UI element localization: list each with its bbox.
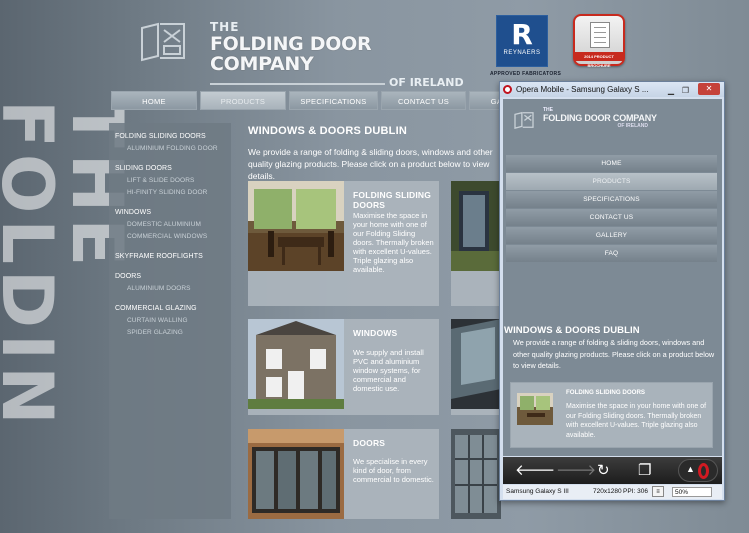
opera-status-bar: Samsung Galaxy S III 720x1280 PPI: 306 ≡…	[503, 485, 722, 499]
mobile-product-description: Maximise the space in your home with one…	[566, 403, 707, 439]
main-nav: HOME PRODUCTS SPECIFICATIONS CONTACT US …	[111, 91, 549, 110]
sidebar-hi-finity-sliding-door[interactable]: HI-FINITY SLIDING DOOR	[109, 189, 231, 196]
sidebar-commercial-windows[interactable]: COMMERCIAL WINDOWS	[109, 233, 231, 240]
mobile-page-title: WINDOWS & DOORS DUBLIN	[504, 325, 640, 336]
opera-mobile-window: Opera Mobile - Samsung Galaxy S ... ▁ ❐ …	[499, 81, 725, 501]
product-description: We specialise in every kind of door, fro…	[353, 457, 434, 484]
mobile-product-card[interactable]: FOLDING SLIDING DOORS Maximise the space…	[510, 382, 713, 448]
nav-contact-us[interactable]: CONTACT US	[381, 91, 466, 110]
folding-door-logo-icon	[141, 22, 185, 62]
maximize-icon[interactable]: ❐	[682, 83, 689, 98]
folding-doors-photo	[248, 181, 344, 271]
sidebar-doors[interactable]: DOORS	[109, 273, 231, 280]
brochure-label: 2014 PRODUCT BROCHURE	[575, 52, 623, 68]
product-title: DOORS	[353, 438, 386, 448]
doors-photo	[248, 429, 344, 519]
sidebar-aluminium-folding-door[interactable]: ALUMINIUM FOLDING DOOR	[109, 145, 231, 152]
nav-products[interactable]: PRODUCTS	[200, 91, 286, 110]
product-description: We supply and install PVC and aluminium …	[353, 348, 424, 393]
tabs-icon[interactable]: ❐	[638, 463, 651, 478]
nav-specifications[interactable]: SPECIFICATIONS	[289, 91, 378, 110]
mobile-logo-sub: OF IRELAND	[617, 123, 648, 129]
device-name: Samsung Galaxy S III	[506, 488, 569, 495]
mobile-nav-products[interactable]: PRODUCTS	[506, 173, 717, 190]
sidebar-windows[interactable]: WINDOWS	[109, 209, 231, 216]
product-description: Maximise the space in your home with one…	[353, 211, 434, 274]
product-photo-partial	[451, 181, 501, 271]
product-card-doors[interactable]: DOORS We specialise in every kind of doo…	[248, 429, 439, 519]
product-card-partial-2[interactable]	[451, 319, 501, 415]
mobile-nav-contact-us[interactable]: CONTACT US	[506, 209, 717, 226]
resolution: 720x1280	[593, 488, 622, 495]
opera-menu-button[interactable]: ▲	[678, 459, 718, 482]
zoom-select[interactable]: 50%	[672, 487, 712, 497]
sidebar-spider-glazing[interactable]: SPIDER GLAZING	[109, 329, 231, 336]
sidebar-aluminium-doors[interactable]: ALUMINIUM DOORS	[109, 285, 231, 292]
reload-icon[interactable]: ↻	[597, 463, 610, 478]
ppi: PPI: 306	[623, 488, 648, 495]
mobile-nav-specifications[interactable]: SPECIFICATIONS	[506, 191, 717, 208]
sidebar-curtain-walling[interactable]: CURTAIN WALLING	[109, 317, 231, 324]
opera-toolbar: 🡐 🡒 ↻ ❐ ▲	[503, 457, 722, 484]
product-photo-partial	[451, 429, 501, 519]
product-card-folding-sliding-doors[interactable]: FOLDING SLIDING DOORS Maximise the space…	[248, 181, 439, 306]
close-button[interactable]: ✕	[698, 83, 720, 95]
mobile-page-intro: We provide a range of folding & sliding …	[513, 338, 715, 370]
reynaers-badge[interactable]: R REYNAERS	[496, 15, 548, 67]
page-intro: We provide a range of folding & sliding …	[248, 147, 493, 181]
mobile-nav-faq[interactable]: FAQ	[506, 245, 717, 262]
mobile-logo-main: FOLDING DOOR COMPANY	[543, 113, 657, 123]
product-sidebar: FOLDING SLIDING DOORS ALUMINIUM FOLDING …	[109, 123, 231, 519]
opera-o-icon	[698, 463, 709, 479]
mobile-product-photo	[517, 393, 553, 425]
logo-subtitle: OF IRELAND	[389, 76, 464, 90]
product-photo-partial	[451, 319, 501, 409]
document-icon	[590, 22, 610, 48]
product-card-partial-1[interactable]	[451, 181, 501, 306]
windows-photo	[248, 319, 344, 409]
sidebar-folding-sliding-doors[interactable]: FOLDING SLIDING DOORS	[109, 133, 231, 140]
reynaers-letter: R	[511, 18, 533, 51]
sidebar-skyframe-rooflights[interactable]: SKYFRAME ROOFLIGHTS	[109, 253, 231, 260]
mobile-viewport[interactable]: THE FOLDING DOOR COMPANY OF IRELAND HOME…	[503, 99, 722, 456]
sidebar-lift-slide-doors[interactable]: LIFT & SLIDE DOORS	[109, 177, 231, 184]
caret-up-icon: ▲	[686, 464, 695, 474]
logo-the: THE	[210, 20, 240, 34]
sidebar-sliding-doors[interactable]: SLIDING DOORS	[109, 165, 231, 172]
back-arrow-icon[interactable]: 🡐	[515, 463, 555, 478]
forward-arrow-icon[interactable]: 🡒	[556, 463, 596, 478]
mobile-product-title: FOLDING SLIDING DOORS	[566, 389, 646, 396]
reynaers-name: REYNAERS	[503, 50, 541, 56]
opera-title-bar[interactable]: Opera Mobile - Samsung Galaxy S ... ▁ ❐ …	[500, 82, 724, 97]
page-title: WINDOWS & DOORS DUBLIN	[248, 125, 408, 137]
minimize-icon[interactable]: ▁	[668, 83, 674, 98]
opera-window-title: Opera Mobile - Samsung Galaxy S ...	[516, 85, 649, 94]
mobile-nav-gallery[interactable]: GALLERY	[506, 227, 717, 244]
mobile-nav: HOME PRODUCTS SPECIFICATIONS CONTACT US …	[506, 155, 717, 263]
opera-logo-icon	[503, 85, 512, 94]
product-brochure-icon[interactable]: 2014 PRODUCT BROCHURE	[573, 14, 625, 68]
logo-main-text: FOLDING DOOR COMPANY	[210, 33, 372, 75]
product-title: WINDOWS	[353, 328, 398, 338]
site-logo[interactable]: THE FOLDING DOOR COMPANY OF IRELAND	[210, 20, 470, 92]
folding-door-logo-icon	[514, 111, 534, 129]
product-card-partial-3[interactable]	[451, 429, 501, 519]
sidebar-domestic-aluminium[interactable]: DOMESTIC ALUMINIUM	[109, 221, 231, 228]
product-card-windows[interactable]: WINDOWS We supply and install PVC and al…	[248, 319, 439, 415]
mobile-nav-home[interactable]: HOME	[506, 155, 717, 172]
nav-home[interactable]: HOME	[111, 91, 197, 110]
product-title: FOLDING SLIDING DOORS	[353, 190, 432, 210]
device-settings-icon[interactable]: ≡	[652, 486, 664, 497]
approved-fabricators-text: APPROVED FABRICATORS	[490, 71, 562, 77]
sidebar-commercial-glazing[interactable]: COMMERCIAL GLAZING	[109, 305, 231, 312]
logo-rule	[210, 82, 385, 85]
